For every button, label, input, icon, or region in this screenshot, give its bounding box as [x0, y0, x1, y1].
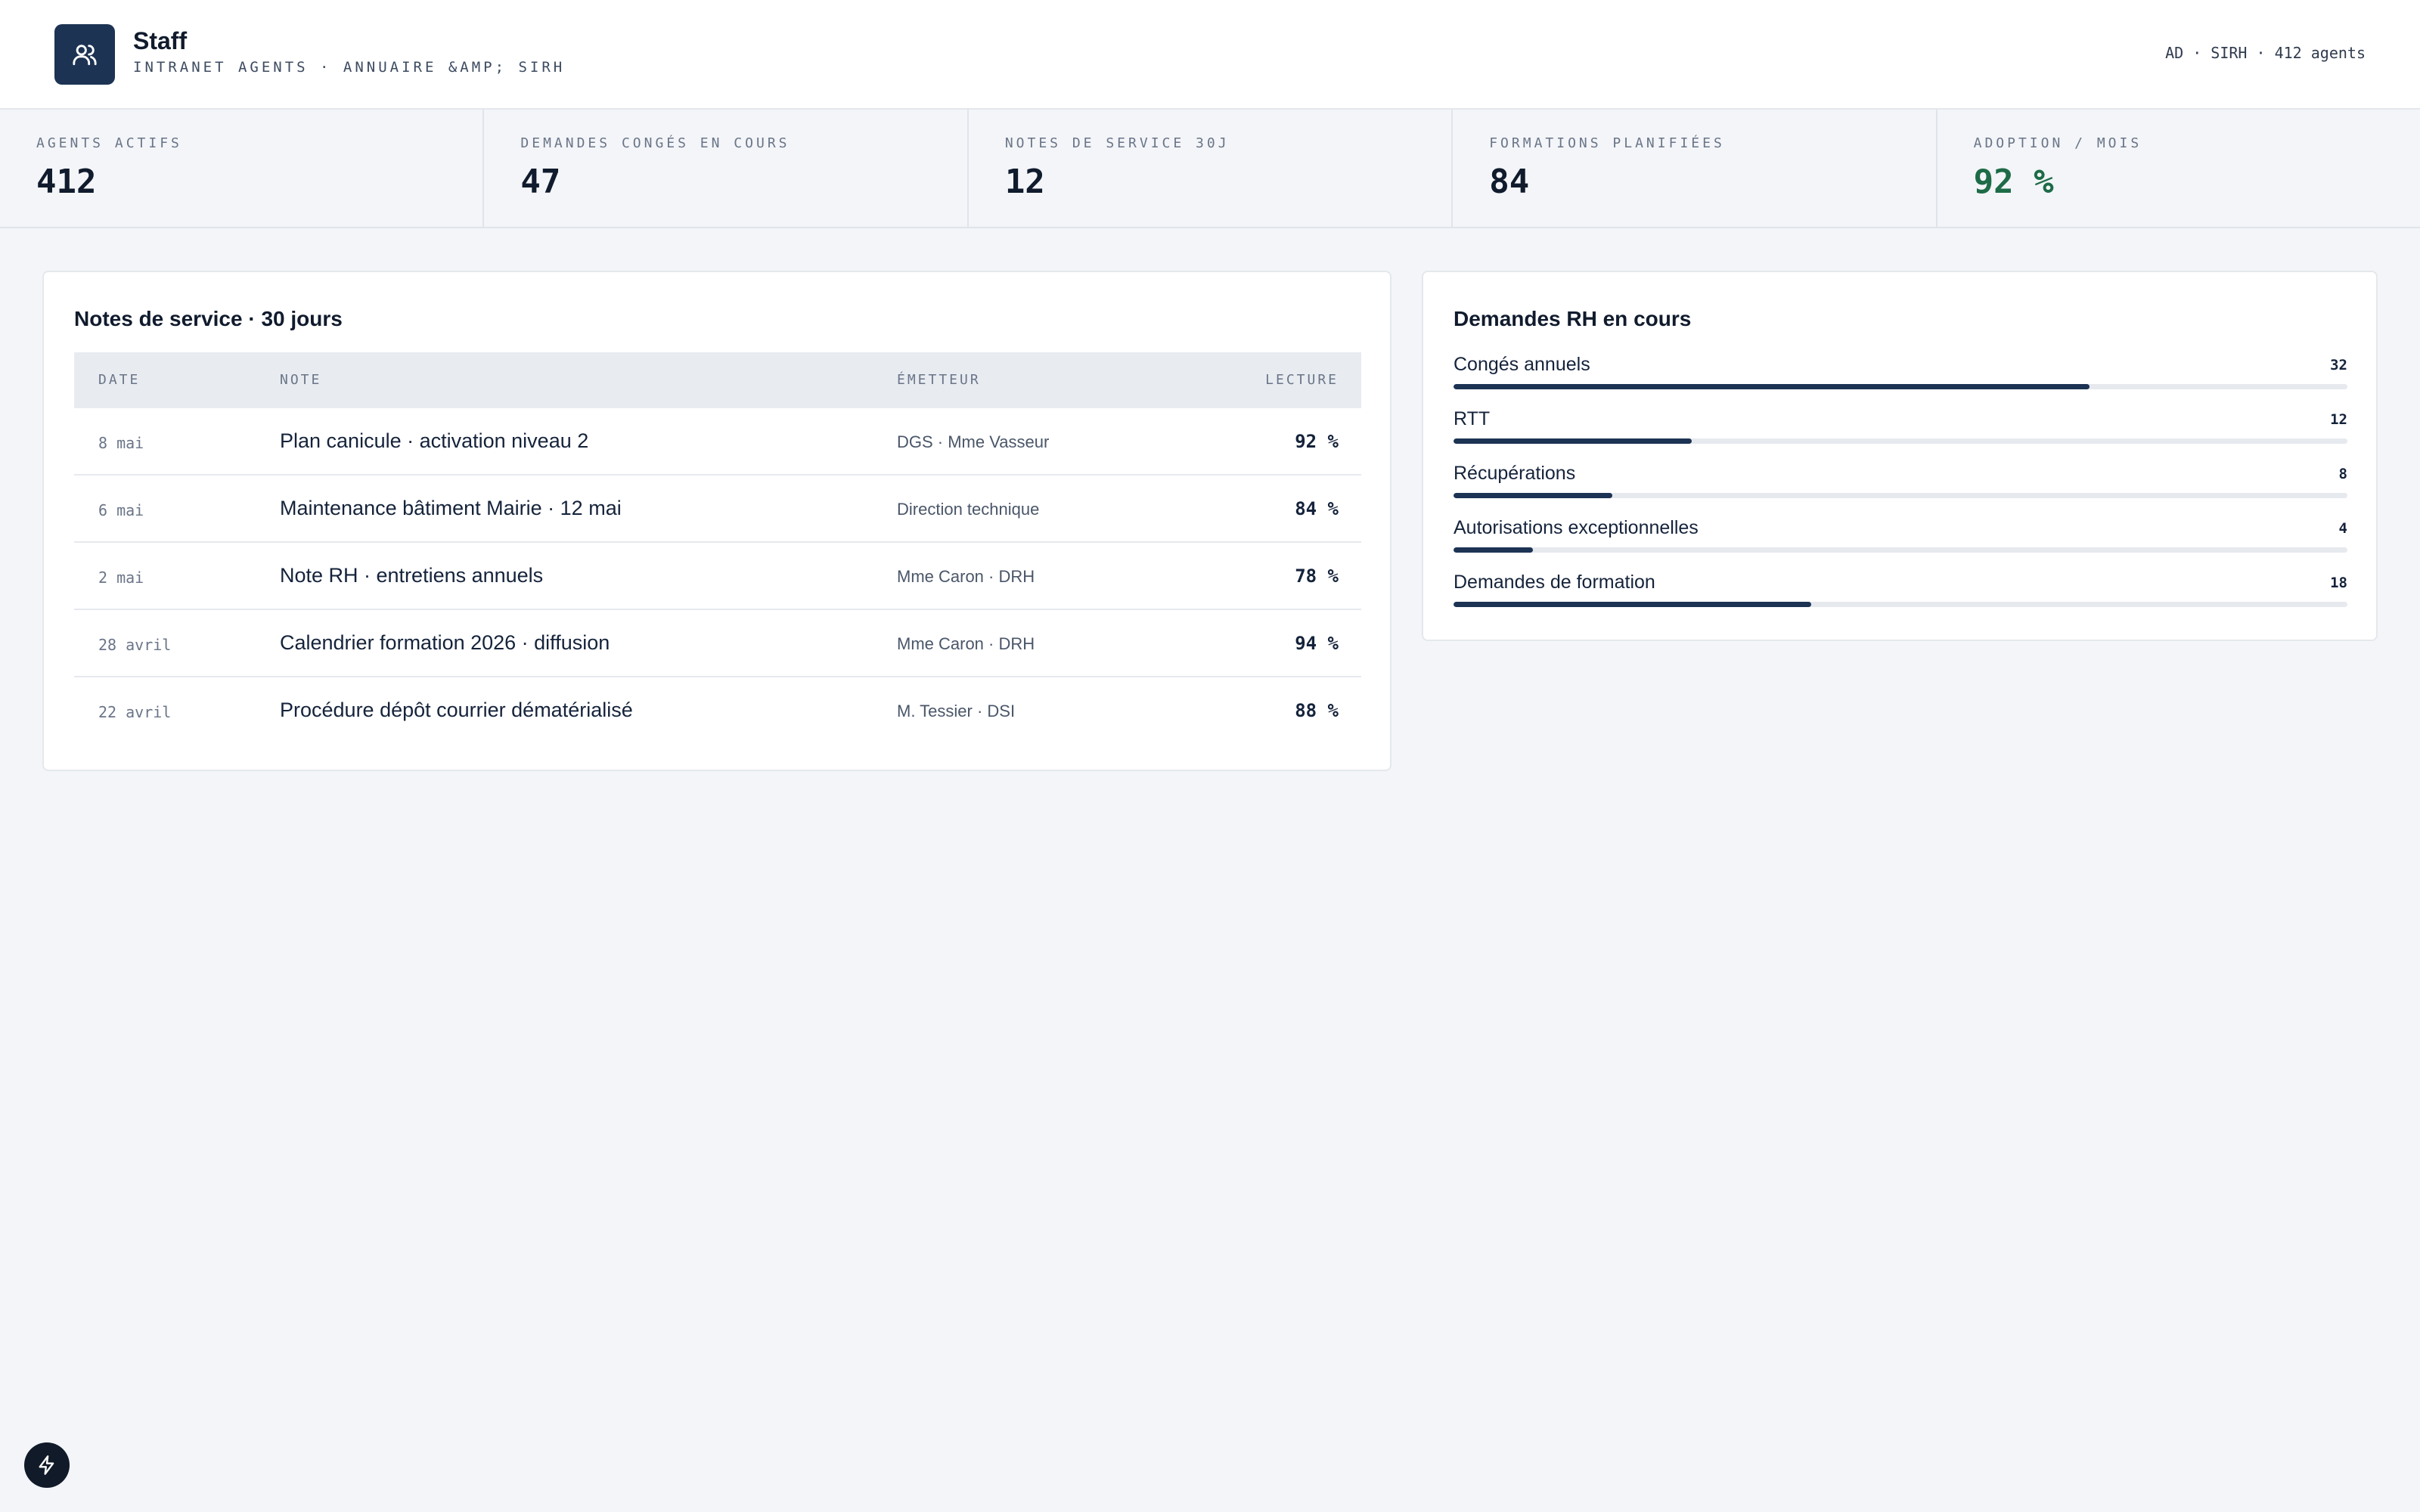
header-meta: AD · SIRH · 412 agents — [2165, 44, 2366, 62]
users-icon[interactable] — [54, 24, 115, 85]
row-date: 2 mai — [98, 569, 144, 587]
kpi-adoption: ADOPTION / MOIS 92 % — [1938, 110, 2420, 227]
notes-table: DATE NOTE ÉMETTEUR LECTURE 8 mai Plan ca… — [74, 352, 1361, 745]
progress-fill — [1454, 384, 2090, 389]
rh-item-label: RTT — [1454, 408, 1491, 429]
table-row[interactable]: 8 mai Plan canicule · activation niveau … — [74, 408, 1361, 476]
row-date: 22 avril — [98, 703, 172, 721]
card-title: Demandes RH en cours — [1454, 307, 1692, 330]
kpi-value: 412 — [36, 163, 97, 201]
kpi-label: AGENTS ACTIFS — [36, 135, 182, 151]
row-lecture: 78 % — [1295, 565, 1339, 587]
row-date: 8 mai — [98, 434, 144, 452]
row-lecture: 88 % — [1295, 700, 1339, 721]
column-header-note[interactable]: NOTE — [280, 372, 321, 388]
kpi-formations: FORMATIONS PLANIFIÉES 84 — [1453, 110, 1938, 227]
row-note[interactable]: Calendrier formation 2026 · diffusion — [280, 631, 610, 655]
kpi-value: 84 — [1489, 163, 1530, 201]
app-title: Staff — [133, 27, 188, 54]
row-emetteur: Mme Caron · DRH — [897, 634, 1035, 653]
progress-track — [1454, 384, 2347, 389]
app-subtitle: INTRANET AGENTS · ANNUAIRE &AMP; SIRH — [133, 59, 566, 76]
progress-fill — [1454, 493, 1613, 498]
row-date: 28 avril — [98, 636, 172, 654]
app-header: Staff INTRANET AGENTS · ANNUAIRE &AMP; S… — [0, 0, 2420, 110]
progress-fill — [1454, 547, 1534, 553]
rh-item-count: 12 — [2330, 411, 2347, 428]
rh-item-rtt[interactable]: RTT 12 — [1454, 405, 2347, 460]
row-lecture: 94 % — [1295, 633, 1339, 654]
table-header: DATE NOTE ÉMETTEUR LECTURE — [74, 352, 1361, 408]
rh-item-recuperations[interactable]: Récupérations 8 — [1454, 460, 2347, 514]
progress-track — [1454, 493, 2347, 498]
rh-item-count: 8 — [2338, 466, 2347, 482]
progress-track — [1454, 547, 2347, 553]
row-date: 6 mai — [98, 501, 144, 519]
kpi-label: FORMATIONS PLANIFIÉES — [1489, 135, 1725, 151]
bolt-icon[interactable] — [24, 1442, 70, 1488]
row-note[interactable]: Procédure dépôt courrier dématérialisé — [280, 699, 633, 722]
row-emetteur: Mme Caron · DRH — [897, 567, 1035, 586]
demandes-rh-card: Demandes RH en cours Congés annuels 32 R… — [1422, 271, 2378, 641]
row-lecture: 84 % — [1295, 498, 1339, 519]
column-header-emetteur[interactable]: ÉMETTEUR — [897, 372, 981, 388]
row-note[interactable]: Maintenance bâtiment Mairie · 12 mai — [280, 497, 622, 520]
kpi-label: ADOPTION / MOIS — [1973, 135, 2142, 151]
rh-item-label: Congés annuels — [1454, 354, 1590, 375]
row-note[interactable]: Note RH · entretiens annuels — [280, 564, 543, 587]
table-row[interactable]: 2 mai Note RH · entretiens annuels Mme C… — [74, 543, 1361, 610]
column-header-date[interactable]: DATE — [98, 372, 140, 388]
kpi-value: 12 — [1004, 163, 1045, 201]
rh-list: Congés annuels 32 RTT 12 Récupérations 8… — [1454, 351, 2347, 623]
table-row[interactable]: 22 avril Procédure dépôt courrier dématé… — [74, 677, 1361, 745]
row-emetteur: DGS · Mme Vasseur — [897, 432, 1050, 451]
rh-item-count: 32 — [2330, 357, 2347, 373]
table-row[interactable]: 6 mai Maintenance bâtiment Mairie · 12 m… — [74, 476, 1361, 543]
table-row[interactable]: 28 avril Calendrier formation 2026 · dif… — [74, 610, 1361, 677]
card-title: Notes de service · 30 jours — [74, 307, 343, 330]
progress-track — [1454, 602, 2347, 607]
row-emetteur: Direction technique — [897, 500, 1040, 519]
kpi-label: DEMANDES CONGÉS EN COURS — [520, 135, 790, 151]
progress-fill — [1454, 602, 1811, 607]
row-note[interactable]: Plan canicule · activation niveau 2 — [280, 429, 588, 453]
progress-fill — [1454, 438, 1692, 444]
notes-service-card: Notes de service · 30 jours DATE NOTE ÉM… — [42, 271, 1392, 771]
kpi-demandes-conges: DEMANDES CONGÉS EN COURS 47 — [484, 110, 969, 227]
row-emetteur: M. Tessier · DSI — [897, 702, 1016, 720]
rh-item-count: 4 — [2338, 520, 2347, 537]
kpi-label: NOTES DE SERVICE 30J — [1004, 135, 1230, 151]
column-header-lecture[interactable]: LECTURE — [1265, 372, 1339, 388]
rh-item-label: Récupérations — [1454, 463, 1576, 484]
kpi-value: 47 — [520, 163, 561, 201]
rh-item-label: Demandes de formation — [1454, 572, 1655, 593]
kpi-agents-actifs: AGENTS ACTIFS 412 — [0, 110, 485, 227]
kpi-strip: AGENTS ACTIFS 412 DEMANDES CONGÉS EN COU… — [0, 110, 2420, 228]
rh-item-label: Autorisations exceptionnelles — [1454, 517, 1699, 538]
progress-track — [1454, 438, 2347, 444]
rh-item-formation[interactable]: Demandes de formation 18 — [1454, 569, 2347, 623]
rh-item-count: 18 — [2330, 575, 2347, 591]
kpi-notes-service: NOTES DE SERVICE 30J 12 — [969, 110, 1454, 227]
row-lecture: 92 % — [1295, 431, 1339, 452]
rh-item-conges-annuels[interactable]: Congés annuels 32 — [1454, 351, 2347, 405]
kpi-value: 92 % — [1973, 163, 2054, 201]
rh-item-autorisations[interactable]: Autorisations exceptionnelles 4 — [1454, 514, 2347, 569]
